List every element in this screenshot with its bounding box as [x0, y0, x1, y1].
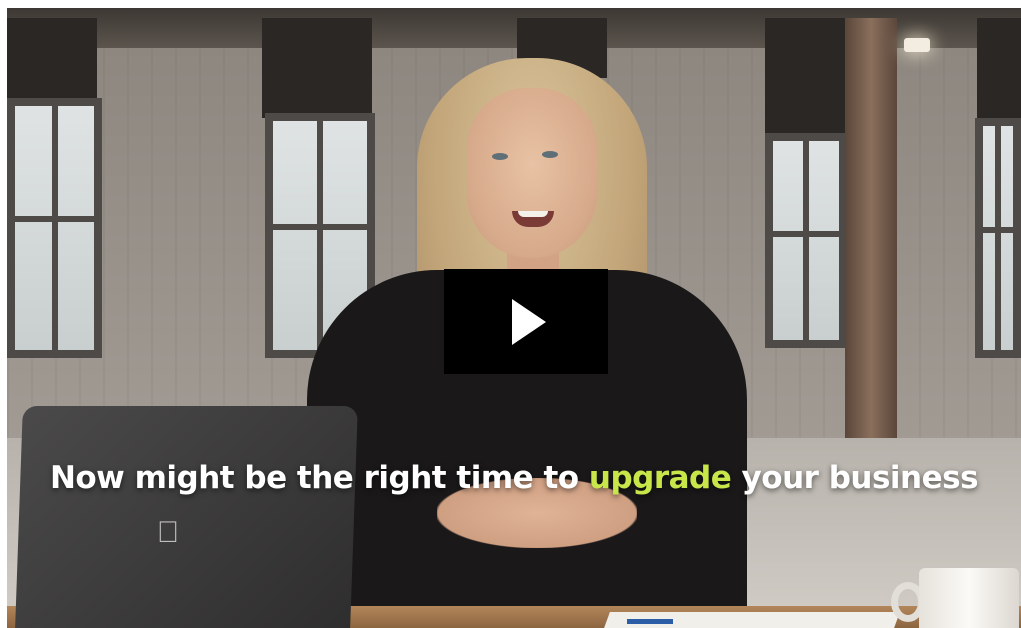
video-caption: Now might be the right time to upgrade y…	[7, 460, 1021, 496]
laptop	[15, 406, 358, 628]
caption-highlight: upgrade	[588, 460, 732, 496]
scene-lamp	[904, 38, 930, 52]
scene-blind	[7, 18, 97, 108]
presenter-eye-left	[492, 153, 508, 160]
pen	[627, 619, 673, 624]
apple-logo-icon: 	[154, 516, 182, 550]
play-button[interactable]	[444, 269, 608, 374]
caption-text-after: your business	[731, 460, 979, 496]
play-icon	[512, 298, 546, 345]
coffee-mug	[919, 568, 1019, 628]
scene-window	[765, 133, 847, 348]
scene-window	[975, 118, 1021, 358]
scene-blind	[977, 18, 1021, 118]
scene-blind	[765, 18, 845, 138]
presenter-face	[467, 88, 597, 258]
scene-window	[7, 98, 102, 358]
presenter-eye-right	[542, 151, 558, 158]
video-player[interactable]:  Now might be the right time to upgrade…	[7, 8, 1021, 628]
caption-text-before: Now might be the right time to	[49, 460, 589, 496]
scene-blind	[262, 18, 372, 118]
